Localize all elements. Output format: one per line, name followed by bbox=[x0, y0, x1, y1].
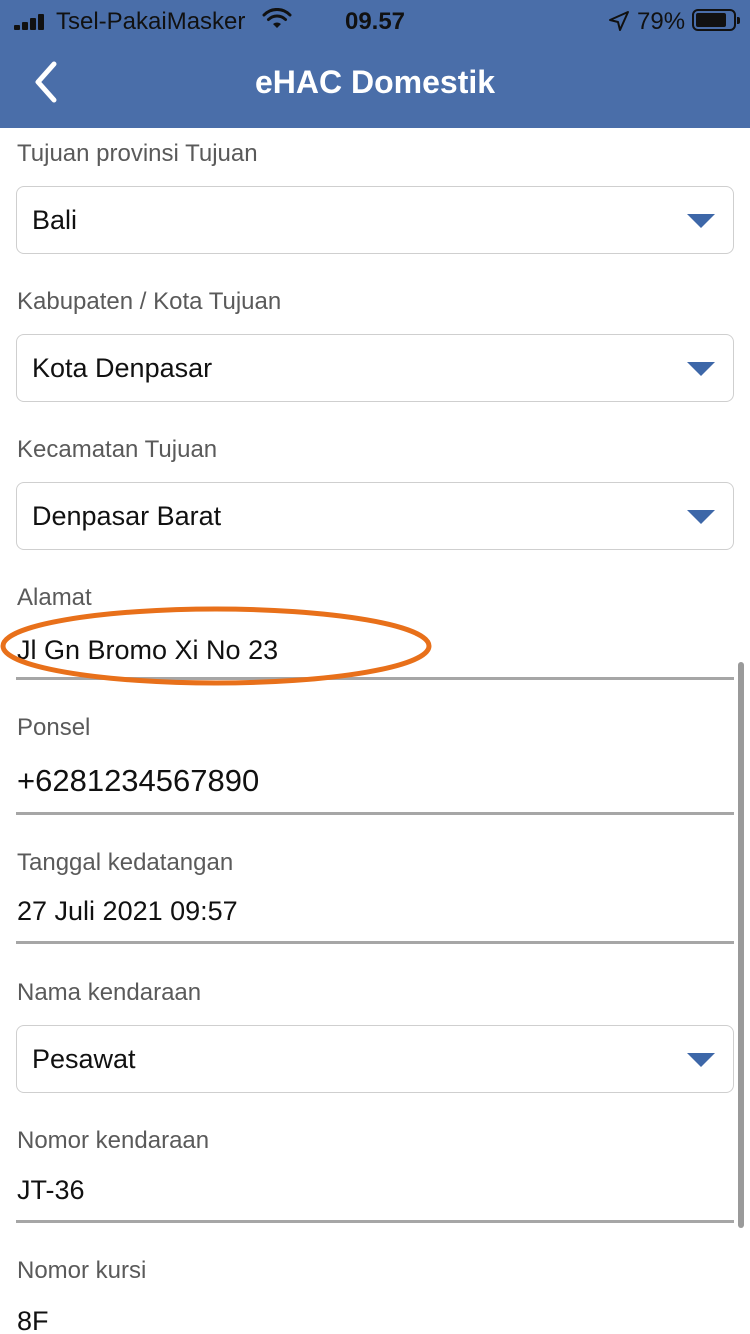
province-select[interactable]: Bali bbox=[16, 186, 734, 254]
page-title: eHAC Domestik bbox=[254, 64, 496, 100]
vehicle-name-value: Pesawat bbox=[32, 1044, 136, 1074]
province-value: Bali bbox=[32, 205, 78, 235]
dropdown-arrow-icon bbox=[687, 1053, 715, 1067]
district-select[interactable]: Denpasar Barat bbox=[16, 482, 734, 550]
city-select[interactable]: Kota Denpasar bbox=[16, 334, 734, 402]
vehicle-number-label: Nomor kendaraan bbox=[17, 1127, 210, 1154]
vehicle-name-label: Nama kendaraan bbox=[17, 979, 202, 1006]
scrollbar[interactable] bbox=[738, 662, 744, 1228]
province-label: Tujuan provinsi Tujuan bbox=[17, 140, 258, 167]
battery-percent: 79% bbox=[637, 8, 686, 35]
address-value: Jl Gn Bromo Xi No 23 bbox=[17, 635, 279, 665]
battery-icon bbox=[692, 9, 740, 31]
vehicle-name-select[interactable]: Pesawat bbox=[16, 1025, 734, 1093]
district-value: Denpasar Barat bbox=[32, 501, 222, 531]
address-label: Alamat bbox=[17, 584, 92, 611]
dropdown-arrow-icon bbox=[687, 362, 715, 376]
arrival-date-input[interactable]: 27 Juli 2021 09:57 bbox=[16, 884, 734, 944]
city-value: Kota Denpasar bbox=[32, 353, 213, 383]
dropdown-arrow-icon bbox=[687, 510, 715, 524]
phone-value: +6281234567890 bbox=[17, 763, 260, 798]
status-bar: Tsel-PakaiMasker 09.57 79% bbox=[0, 0, 750, 42]
dropdown-arrow-icon bbox=[687, 214, 715, 228]
app-header: Tsel-PakaiMasker 09.57 79% eHAC Domestik bbox=[0, 0, 750, 128]
phone-label: Ponsel bbox=[17, 714, 91, 741]
district-label: Kecamatan Tujuan bbox=[17, 436, 218, 463]
vehicle-number-value: JT-36 bbox=[17, 1175, 85, 1205]
phone-input[interactable]: +6281234567890 bbox=[16, 755, 734, 815]
arrival-date-label: Tanggal kedatangan bbox=[17, 849, 234, 876]
seat-value: 8F bbox=[17, 1306, 49, 1334]
seat-input[interactable]: 8F bbox=[16, 1294, 734, 1334]
vehicle-number-input[interactable]: JT-36 bbox=[16, 1163, 734, 1223]
arrival-date-value: 27 Juli 2021 09:57 bbox=[17, 896, 238, 926]
location-arrow-icon bbox=[609, 11, 629, 31]
city-label: Kabupaten / Kota Tujuan bbox=[17, 288, 282, 315]
seat-label: Nomor kursi bbox=[17, 1257, 147, 1284]
address-input[interactable]: Jl Gn Bromo Xi No 23 bbox=[16, 620, 734, 680]
